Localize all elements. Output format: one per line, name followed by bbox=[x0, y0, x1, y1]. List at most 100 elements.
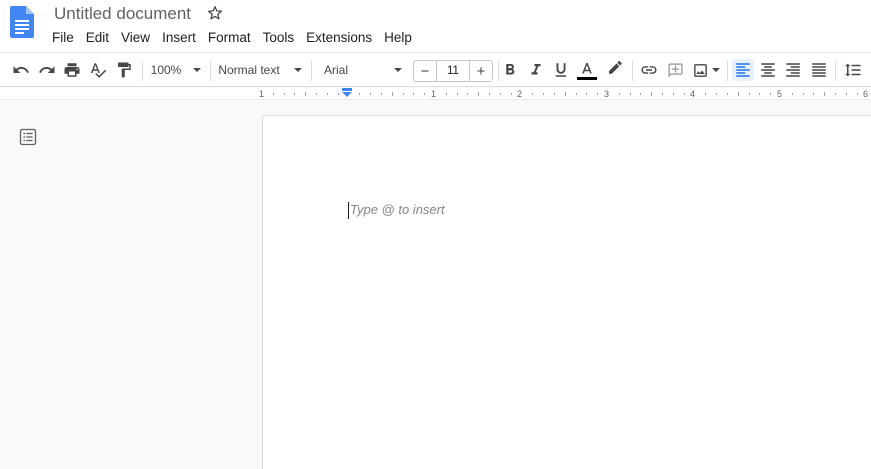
ruler-tick bbox=[424, 93, 426, 95]
menu-extensions[interactable]: Extensions bbox=[300, 28, 378, 48]
ruler-tick bbox=[726, 93, 728, 95]
italic-icon bbox=[531, 64, 541, 75]
zoom-select[interactable]: 100% bbox=[148, 59, 204, 81]
align-right-icon bbox=[786, 63, 800, 77]
ruler-tick bbox=[359, 93, 361, 95]
ruler-tick bbox=[748, 93, 750, 95]
increase-font-size-button[interactable]: + bbox=[470, 61, 492, 81]
font-value: Arial bbox=[324, 63, 349, 77]
toolbar-divider bbox=[835, 61, 836, 81]
menu-view[interactable]: View bbox=[115, 28, 156, 48]
text-color-icon bbox=[582, 62, 592, 73]
style-select[interactable]: Normal text bbox=[216, 59, 304, 81]
bold-button[interactable] bbox=[500, 59, 520, 81]
ruler-number: 2 bbox=[517, 89, 523, 99]
print-button[interactable] bbox=[61, 59, 83, 81]
menu-help[interactable]: Help bbox=[378, 28, 418, 48]
document-page[interactable] bbox=[262, 115, 871, 469]
ruler-number: 3 bbox=[604, 89, 610, 99]
highlight-icon bbox=[609, 61, 622, 74]
ruler-number: 1 bbox=[259, 89, 265, 99]
insert-image-button[interactable] bbox=[690, 59, 722, 81]
menu-tools[interactable]: Tools bbox=[257, 28, 301, 48]
justify-button[interactable] bbox=[808, 59, 830, 81]
menu-file[interactable]: File bbox=[46, 28, 80, 48]
justify-icon bbox=[812, 63, 826, 77]
paint-format-button[interactable] bbox=[113, 59, 135, 81]
font-size-input[interactable]: 11 bbox=[436, 61, 470, 81]
ruler-scale: 1 1 2 3 4 5 6 bbox=[259, 88, 871, 100]
ruler-tick bbox=[402, 93, 404, 95]
toolbar-divider bbox=[142, 61, 143, 81]
ruler-tick bbox=[489, 93, 491, 95]
menu-bar: File Edit View Insert Format Tools Exten… bbox=[46, 28, 418, 48]
ruler-tick bbox=[824, 92, 826, 96]
ruler-number: 6 bbox=[863, 89, 869, 99]
underline-button[interactable] bbox=[551, 59, 571, 81]
ruler-tick bbox=[835, 93, 837, 95]
highlight-button[interactable] bbox=[604, 59, 626, 81]
editor-placeholder[interactable]: Type @ to insert bbox=[350, 202, 445, 218]
ruler-tick bbox=[294, 93, 296, 95]
title-bar: Untitled document File Edit View Insert … bbox=[0, 0, 871, 52]
ruler-tick bbox=[553, 93, 555, 95]
ruler-number: 1 bbox=[431, 89, 437, 99]
docs-logo-icon[interactable] bbox=[10, 6, 34, 38]
menu-format[interactable]: Format bbox=[202, 28, 257, 48]
redo-button[interactable] bbox=[36, 59, 58, 81]
ruler-tick bbox=[467, 93, 469, 95]
bold-icon bbox=[506, 64, 515, 75]
ruler-tick bbox=[629, 93, 631, 95]
ruler-tick bbox=[705, 93, 707, 95]
spellcheck-icon bbox=[90, 63, 107, 78]
italic-button[interactable] bbox=[526, 59, 546, 81]
ruler-tick bbox=[672, 93, 674, 95]
ruler-tick bbox=[337, 93, 339, 95]
chevron-down-icon bbox=[712, 68, 720, 72]
undo-button[interactable] bbox=[10, 59, 32, 81]
add-comment-button[interactable] bbox=[664, 59, 686, 81]
line-spacing-icon bbox=[845, 63, 861, 77]
underline-icon bbox=[555, 63, 567, 77]
document-title[interactable]: Untitled document bbox=[54, 4, 191, 24]
ruler-number: 5 bbox=[777, 89, 783, 99]
star-icon[interactable] bbox=[206, 4, 224, 22]
outline-icon[interactable] bbox=[18, 127, 38, 147]
ruler-tick bbox=[305, 92, 307, 96]
ruler-tick bbox=[586, 93, 588, 95]
text-color-button[interactable] bbox=[576, 59, 598, 81]
align-left-button[interactable] bbox=[732, 59, 754, 81]
toolbar-divider bbox=[210, 61, 211, 81]
zoom-value: 100% bbox=[150, 63, 182, 77]
align-center-button[interactable] bbox=[757, 59, 779, 81]
ruler-tick bbox=[662, 93, 664, 95]
decrease-font-size-button[interactable]: − bbox=[414, 61, 436, 81]
ruler-tick bbox=[716, 93, 718, 95]
align-center-icon bbox=[761, 63, 775, 77]
ruler-tick bbox=[456, 93, 458, 95]
spellcheck-button[interactable] bbox=[87, 59, 109, 81]
indent-marker-icon[interactable] bbox=[342, 88, 352, 98]
menu-insert[interactable]: Insert bbox=[156, 28, 202, 48]
print-icon bbox=[64, 63, 80, 77]
ruler-tick bbox=[564, 92, 566, 96]
insert-link-button[interactable] bbox=[638, 59, 660, 81]
insert-image-icon bbox=[694, 63, 707, 77]
ruler-tick bbox=[759, 93, 761, 95]
ruler-number: 4 bbox=[690, 89, 696, 99]
link-icon bbox=[641, 66, 657, 74]
ruler-tick bbox=[370, 93, 372, 95]
toolbar-divider bbox=[311, 61, 312, 81]
font-select[interactable]: Arial bbox=[318, 59, 408, 81]
undo-icon bbox=[13, 66, 29, 73]
ruler-tick bbox=[791, 93, 793, 95]
align-right-button[interactable] bbox=[782, 59, 804, 81]
line-spacing-button[interactable] bbox=[842, 59, 864, 81]
ruler-tick bbox=[651, 92, 653, 96]
ruler-tick bbox=[770, 93, 772, 95]
ruler-tick bbox=[813, 93, 815, 95]
menu-edit[interactable]: Edit bbox=[80, 28, 115, 48]
style-value: Normal text bbox=[218, 63, 280, 77]
redo-icon bbox=[39, 66, 55, 73]
ruler-tick bbox=[510, 93, 512, 95]
